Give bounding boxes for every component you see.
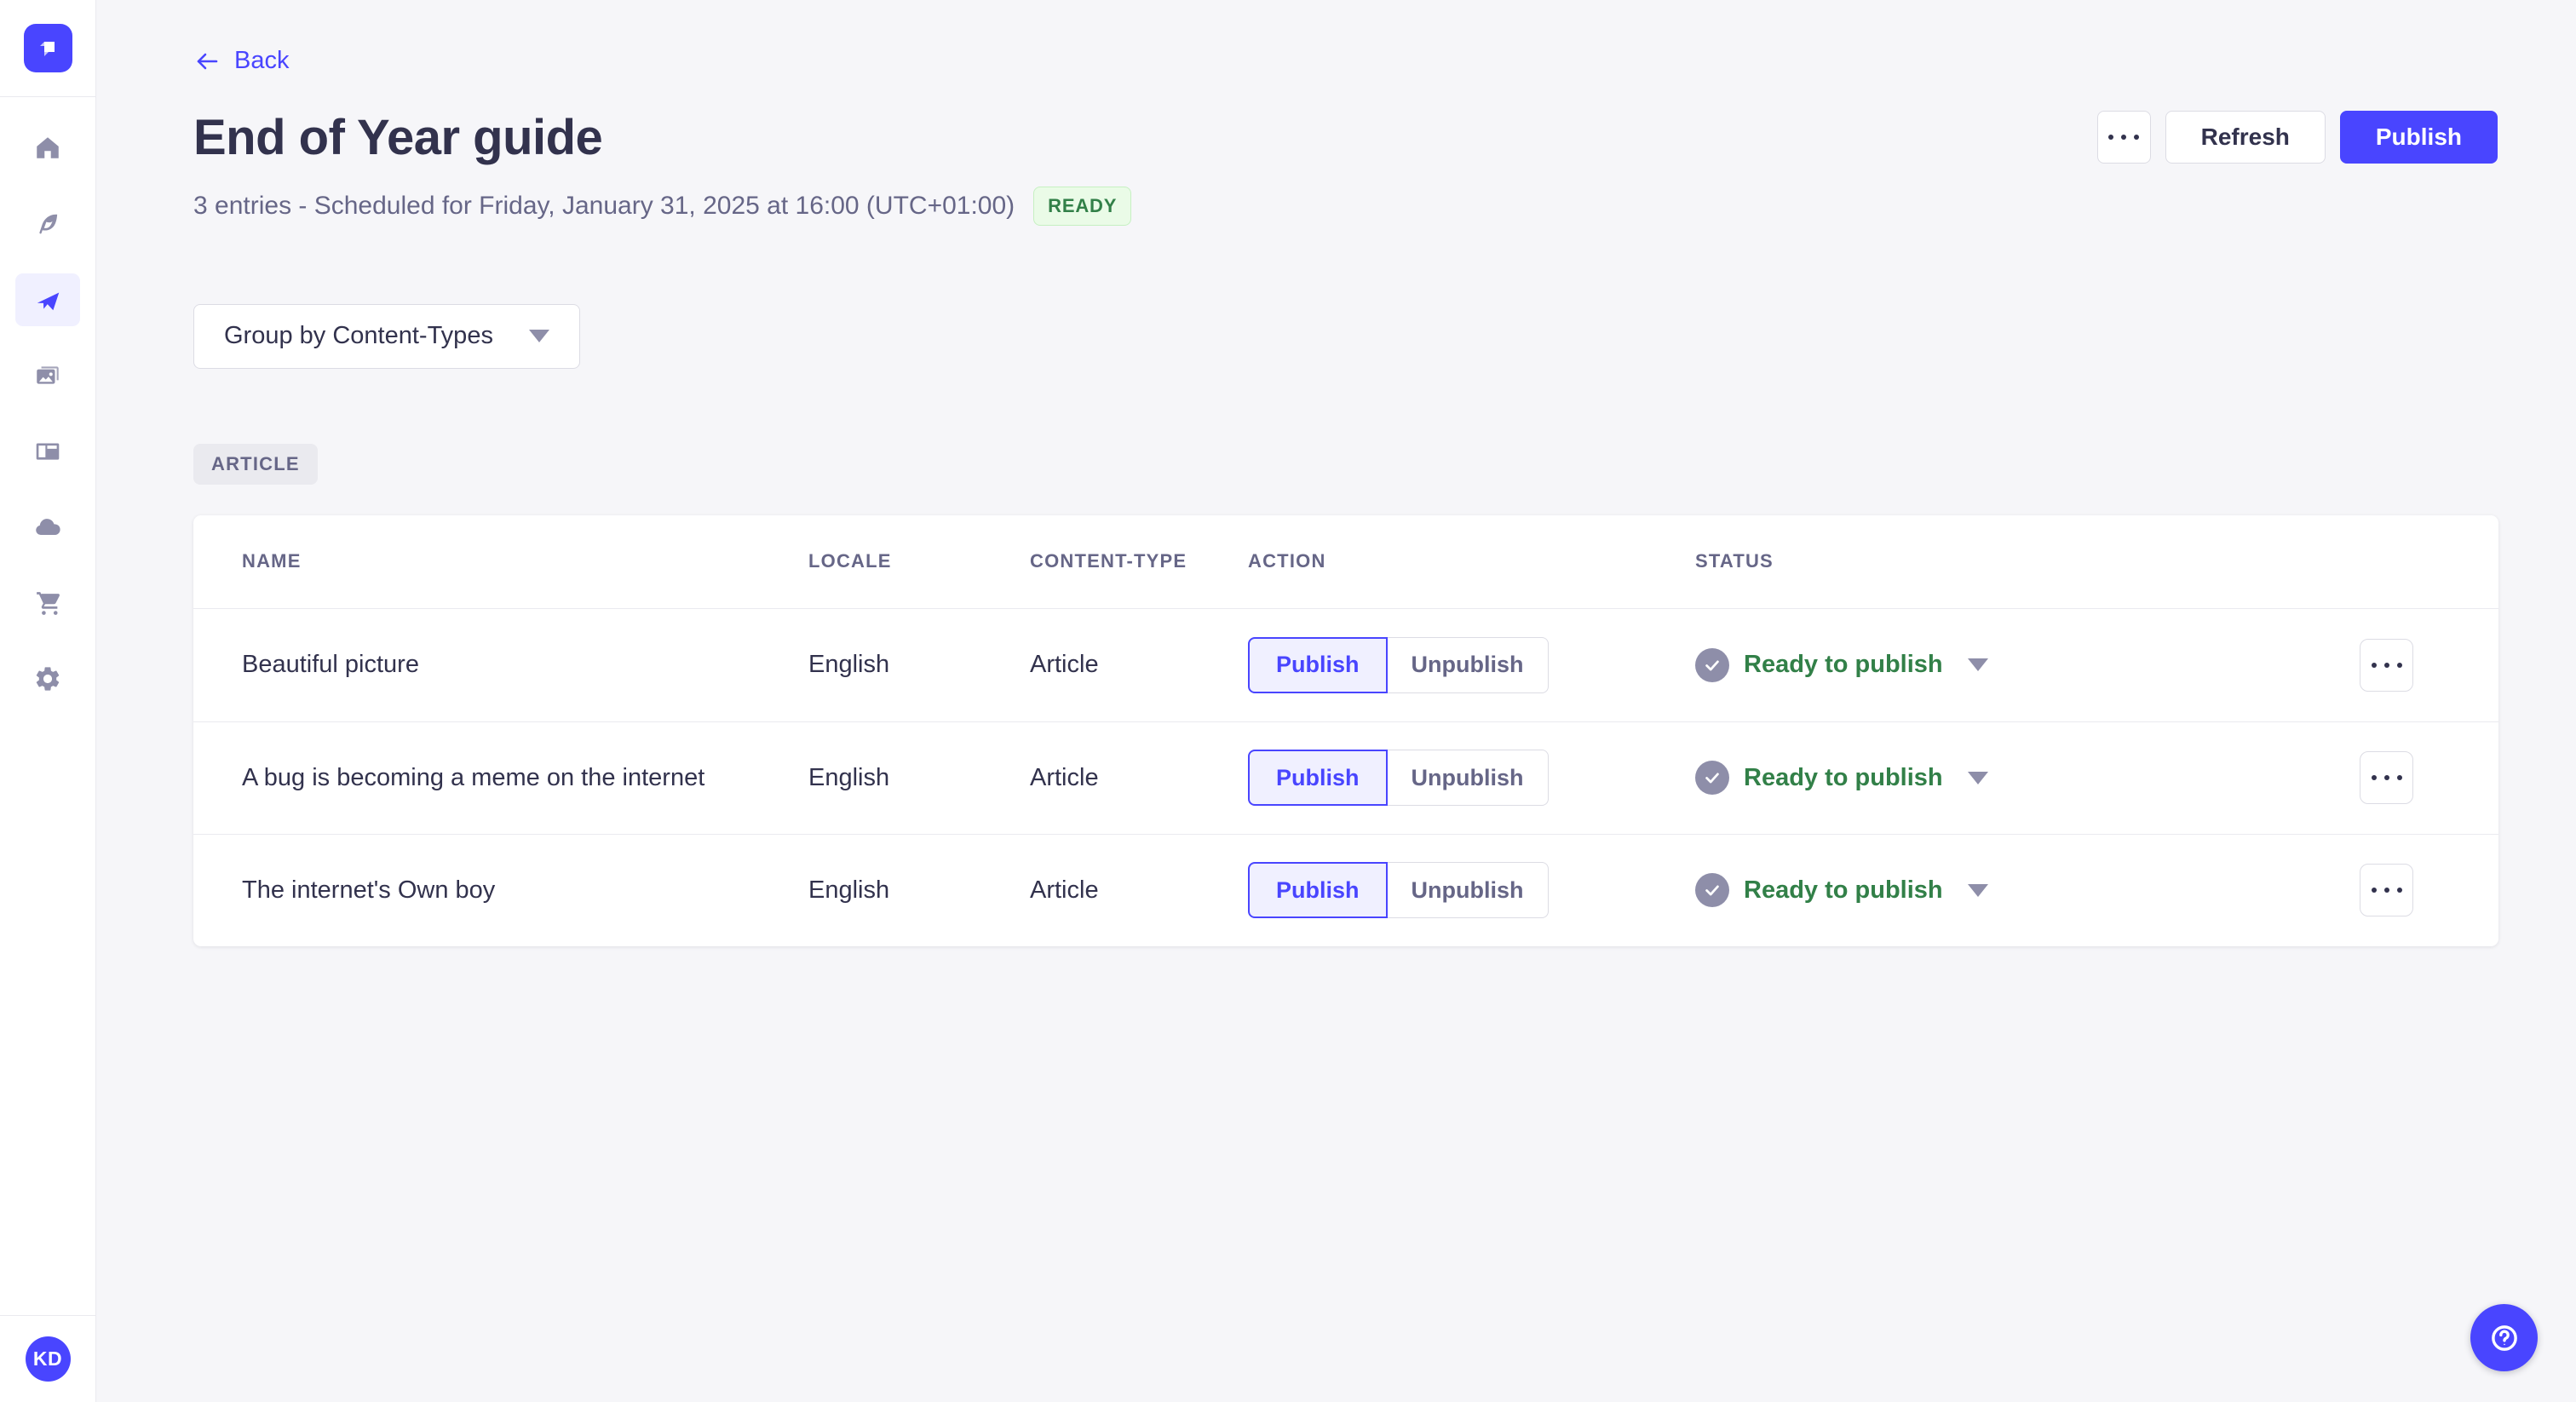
publish-toggle-button[interactable]: Publish (1248, 636, 1388, 693)
sidebar-item-home[interactable] (15, 122, 80, 175)
publish-toggle-button[interactable]: Publish (1248, 862, 1388, 918)
sidebar-item-media-library[interactable] (15, 349, 80, 402)
table-row: A bug is becoming a meme on the internet… (193, 721, 2498, 834)
action-toggle: Publish Unpublish (1248, 636, 1695, 693)
refresh-button[interactable]: Refresh (2165, 111, 2326, 164)
page-title: End of Year guide (193, 109, 603, 165)
sidebar-item-content-type-builder[interactable] (15, 425, 80, 478)
column-header-locale: LOCALE (808, 550, 892, 572)
action-toggle: Publish Unpublish (1248, 862, 1695, 918)
ellipsis-icon (2108, 135, 2140, 140)
row-menu-button[interactable] (2360, 864, 2413, 916)
strapi-logo-icon (40, 41, 55, 56)
entry-content-type: Article (1030, 651, 1099, 678)
column-header-status: STATUS (1695, 550, 1774, 572)
status-label: Ready to publish (1744, 651, 1943, 678)
check-circle-icon (1695, 761, 1729, 795)
unpublish-toggle-button[interactable]: Unpublish (1387, 862, 1549, 918)
status-label: Ready to publish (1744, 763, 1943, 791)
ellipsis-icon (2371, 775, 2402, 780)
entry-locale: English (808, 651, 890, 678)
toolbar: Refresh Publish (2096, 111, 2498, 164)
status-dropdown[interactable]: Ready to publish (1695, 761, 2360, 795)
sidebar-item-marketplace[interactable] (15, 577, 80, 629)
entry-locale: English (808, 876, 890, 904)
status-label: Ready to publish (1744, 876, 1943, 904)
help-button[interactable] (2470, 1304, 2538, 1371)
column-header-action: ACTION (1248, 550, 1326, 572)
column-header-content-type: CONTENT-TYPE (1030, 550, 1187, 572)
row-menu-button[interactable] (2360, 638, 2413, 692)
media-library-icon (37, 366, 59, 384)
entry-name: Beautiful picture (242, 651, 419, 678)
back-label: Back (234, 47, 290, 74)
sidebar-item-releases[interactable] (15, 273, 80, 326)
unpublish-toggle-button[interactable]: Unpublish (1387, 636, 1549, 693)
action-toggle: Publish Unpublish (1248, 750, 1695, 806)
paper-plane-icon (37, 292, 60, 311)
help-icon (2491, 1324, 2517, 1351)
chevron-down-icon (1967, 883, 1988, 897)
chevron-down-icon (1967, 771, 1988, 784)
chevron-down-icon (1967, 658, 1988, 671)
sidebar-item-content-manager[interactable] (15, 198, 80, 250)
release-subtitle: 3 entries - Scheduled for Friday, Januar… (193, 191, 1015, 220)
group-by-label: Group by Content-Types (224, 322, 493, 349)
group-by-select[interactable]: Group by Content-Types (193, 303, 580, 369)
entry-content-type: Article (1030, 876, 1099, 904)
avatar[interactable]: KD (25, 1336, 71, 1382)
cloud-icon (36, 519, 60, 536)
status-dropdown[interactable]: Ready to publish (1695, 873, 2360, 907)
row-menu-button[interactable] (2360, 751, 2413, 804)
column-header-name: NAME (242, 550, 302, 572)
status-badge: READY (1033, 186, 1132, 226)
layout-icon (36, 443, 60, 460)
main-content: Back End of Year guide Refresh Publish 3… (96, 0, 2576, 946)
back-link[interactable]: Back (193, 47, 289, 75)
more-options-button[interactable] (2096, 111, 2151, 164)
table-header: NAME LOCALE CONTENT-TYPE ACTION STATUS (193, 515, 2498, 609)
check-circle-icon (1695, 647, 1729, 682)
group-label-badge: ARTICLE (193, 443, 318, 485)
chevron-down-icon (528, 330, 549, 342)
status-dropdown[interactable]: Ready to publish (1695, 647, 2360, 682)
gear-icon (36, 667, 60, 691)
ellipsis-icon (2371, 888, 2402, 893)
sidebar: KD (0, 0, 96, 1402)
sidebar-item-settings[interactable] (15, 652, 80, 705)
entry-locale: English (808, 763, 890, 791)
sidebar-item-cloud[interactable] (15, 501, 80, 554)
strapi-logo[interactable] (23, 24, 72, 72)
table-row: Beautiful picture English Article Publis… (193, 609, 2498, 721)
check-circle-icon (1695, 873, 1729, 907)
publish-release-button[interactable]: Publish (2339, 111, 2498, 164)
cart-icon (37, 592, 60, 615)
sidebar-footer: KD (0, 1315, 96, 1402)
entries-card: NAME LOCALE CONTENT-TYPE ACTION STATUS B… (193, 514, 2498, 946)
sidebar-nav (15, 97, 80, 705)
entry-name: A bug is becoming a meme on the internet (242, 763, 705, 791)
ellipsis-icon (2371, 662, 2402, 668)
entry-content-type: Article (1030, 763, 1099, 791)
unpublish-toggle-button[interactable]: Unpublish (1387, 750, 1549, 806)
arrow-left-icon (197, 53, 218, 69)
feather-icon (39, 214, 58, 234)
home-icon (37, 137, 59, 158)
table-row: The internet's Own boy English Article P… (193, 833, 2498, 946)
entry-name: The internet's Own boy (242, 876, 496, 904)
publish-toggle-button[interactable]: Publish (1248, 750, 1388, 806)
